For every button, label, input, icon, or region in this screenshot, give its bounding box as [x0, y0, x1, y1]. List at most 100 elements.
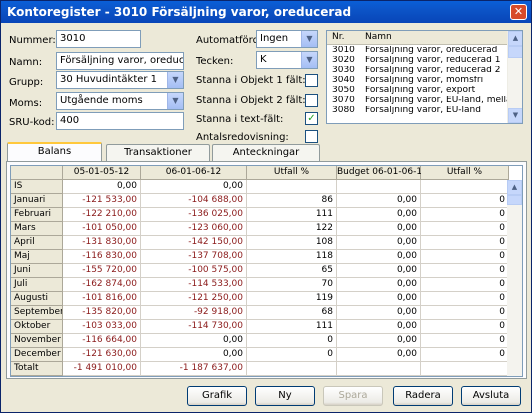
close-button[interactable]: ✕ — [510, 4, 527, 20]
table-cell[interactable]: -101 816,00 — [63, 292, 141, 306]
table-cell[interactable]: 118 — [247, 250, 337, 264]
table-cell[interactable]: -121 250,00 — [141, 292, 247, 306]
table-cell[interactable]: -137 708,00 — [141, 250, 247, 264]
table-cell[interactable]: 0,00 — [337, 250, 421, 264]
table-cell[interactable]: 0 — [421, 250, 509, 264]
avsluta-button[interactable]: Avsluta — [461, 386, 521, 406]
scroll-thumb[interactable] — [507, 195, 522, 205]
table-cell[interactable]: 0,00 — [337, 208, 421, 222]
table-cell[interactable]: -116 830,00 — [63, 250, 141, 264]
column-header[interactable]: Utfall % — [247, 166, 337, 180]
table-cell[interactable]: 0 — [421, 306, 509, 320]
chevron-down-icon[interactable]: ▼ — [301, 31, 317, 47]
table-cell[interactable]: 0 — [247, 348, 337, 362]
column-header[interactable]: 05-01-05-12 — [63, 166, 141, 180]
table-cell[interactable]: 0 — [421, 194, 509, 208]
table-cell[interactable] — [421, 180, 509, 194]
table-cell[interactable]: 0 — [421, 320, 509, 334]
table-cell[interactable]: 108 — [247, 236, 337, 250]
list-item[interactable]: 3080 Försäljning varor, EU-land — [327, 106, 508, 116]
table-cell[interactable]: 0 — [421, 208, 509, 222]
list-scrollbar[interactable]: ▲ ▼ — [507, 31, 522, 123]
table-cell[interactable] — [247, 362, 337, 376]
table-cell[interactable]: 0,00 — [337, 222, 421, 236]
table-cell[interactable]: -116 664,00 — [63, 334, 141, 348]
list-item[interactable]: 3030 Försäljning varor, reducerad 2 — [327, 66, 508, 76]
chevron-down-icon[interactable]: ▼ — [167, 72, 183, 88]
table-cell[interactable]: -114 533,00 — [141, 278, 247, 292]
chevron-down-icon[interactable]: ▼ — [301, 52, 317, 68]
nummer-field[interactable]: 3010 — [56, 30, 141, 48]
scroll-up-icon[interactable]: ▲ — [507, 180, 522, 195]
table-cell[interactable]: -114 730,00 — [141, 320, 247, 334]
table-cell[interactable]: -1 491 010,00 — [63, 362, 141, 376]
table-cell[interactable]: 0,00 — [337, 334, 421, 348]
list-item[interactable]: 3070 Försäljning varor, EU-land, mellanm — [327, 96, 508, 106]
table-cell[interactable] — [421, 362, 509, 376]
table-cell[interactable]: 0 — [421, 278, 509, 292]
table-cell[interactable]: 0,00 — [63, 180, 141, 194]
table-cell[interactable]: 0 — [421, 292, 509, 306]
antal-checkbox[interactable] — [305, 130, 318, 143]
table-cell[interactable]: 0 — [421, 236, 509, 250]
objekt2-checkbox[interactable] — [305, 94, 318, 107]
list-item[interactable]: 3050 Försäljning varor, export — [327, 86, 508, 96]
column-header[interactable]: 06-01-06-12 — [141, 166, 247, 180]
scroll-thumb[interactable] — [508, 46, 522, 58]
table-cell[interactable]: 86 — [247, 194, 337, 208]
table-cell[interactable]: -121 630,00 — [63, 348, 141, 362]
table-cell[interactable]: 0 — [421, 334, 509, 348]
table-cell[interactable]: 119 — [247, 292, 337, 306]
table-cell[interactable]: 0 — [247, 334, 337, 348]
table-cell[interactable]: -123 060,00 — [141, 222, 247, 236]
table-cell[interactable]: 0,00 — [337, 194, 421, 208]
automatford-select[interactable]: Ingen ▼ — [256, 30, 318, 48]
table-cell[interactable]: 0,00 — [337, 278, 421, 292]
radera-button[interactable]: Radera — [393, 386, 453, 406]
textfalt-checkbox[interactable]: ✓ — [305, 112, 318, 125]
table-cell[interactable]: -104 688,00 — [141, 194, 247, 208]
table-cell[interactable] — [247, 180, 337, 194]
sru-field[interactable]: 400 — [56, 112, 184, 130]
table-cell[interactable]: 0,00 — [337, 236, 421, 250]
column-header[interactable]: Budget 06-01-06-12 — [337, 166, 428, 180]
table-cell[interactable]: 0 — [421, 348, 509, 362]
table-cell[interactable]: -142 150,00 — [141, 236, 247, 250]
table-cell[interactable]: 122 — [247, 222, 337, 236]
table-cell[interactable]: 111 — [247, 208, 337, 222]
table-cell[interactable]: -100 575,00 — [141, 264, 247, 278]
scroll-up-icon[interactable]: ▲ — [508, 31, 522, 46]
table-cell[interactable]: 0,00 — [337, 306, 421, 320]
column-header[interactable]: Utfall % — [421, 166, 509, 180]
table-cell[interactable]: 0,00 — [141, 180, 247, 194]
table-cell[interactable]: -103 033,00 — [63, 320, 141, 334]
table-cell[interactable]: -135 820,00 — [63, 306, 141, 320]
table-cell[interactable]: -136 025,00 — [141, 208, 247, 222]
chevron-down-icon[interactable]: ▼ — [167, 93, 183, 109]
column-header[interactable] — [11, 166, 63, 180]
table-cell[interactable]: 0 — [421, 264, 509, 278]
table-cell[interactable]: 0,00 — [337, 348, 421, 362]
table-cell[interactable]: 0,00 — [337, 264, 421, 278]
table-cell[interactable]: -1 187 637,00 — [141, 362, 247, 376]
table-cell[interactable]: 0 — [421, 222, 509, 236]
grid-scrollbar[interactable]: ▲ — [507, 180, 522, 376]
scroll-down-icon[interactable]: ▼ — [508, 108, 522, 123]
table-cell[interactable]: 70 — [247, 278, 337, 292]
list-item[interactable]: 3040 Försäljning varor, momsfri — [327, 76, 508, 86]
table-cell[interactable]: -92 918,00 — [141, 306, 247, 320]
account-list[interactable]: Nr. Namn 3010 Försäljning varor, oreducer… — [326, 30, 523, 124]
moms-select[interactable]: Utgående moms ▼ — [56, 92, 184, 110]
table-cell[interactable]: -155 720,00 — [63, 264, 141, 278]
list-item[interactable]: 3020 Försäljning varor, reducerad 1 — [327, 56, 508, 66]
grafik-button[interactable]: Grafik — [187, 386, 247, 406]
tab-balans[interactable]: Balans — [7, 142, 102, 161]
table-cell[interactable]: -121 533,00 — [63, 194, 141, 208]
table-cell[interactable]: -162 874,00 — [63, 278, 141, 292]
tab-transaktioner[interactable]: Transaktioner — [106, 144, 210, 161]
spara-button[interactable]: Spara — [323, 386, 383, 406]
table-cell[interactable]: 0,00 — [337, 292, 421, 306]
table-cell[interactable]: -101 050,00 — [63, 222, 141, 236]
table-cell[interactable]: -131 830,00 — [63, 236, 141, 250]
tecken-select[interactable]: K ▼ — [256, 51, 318, 69]
